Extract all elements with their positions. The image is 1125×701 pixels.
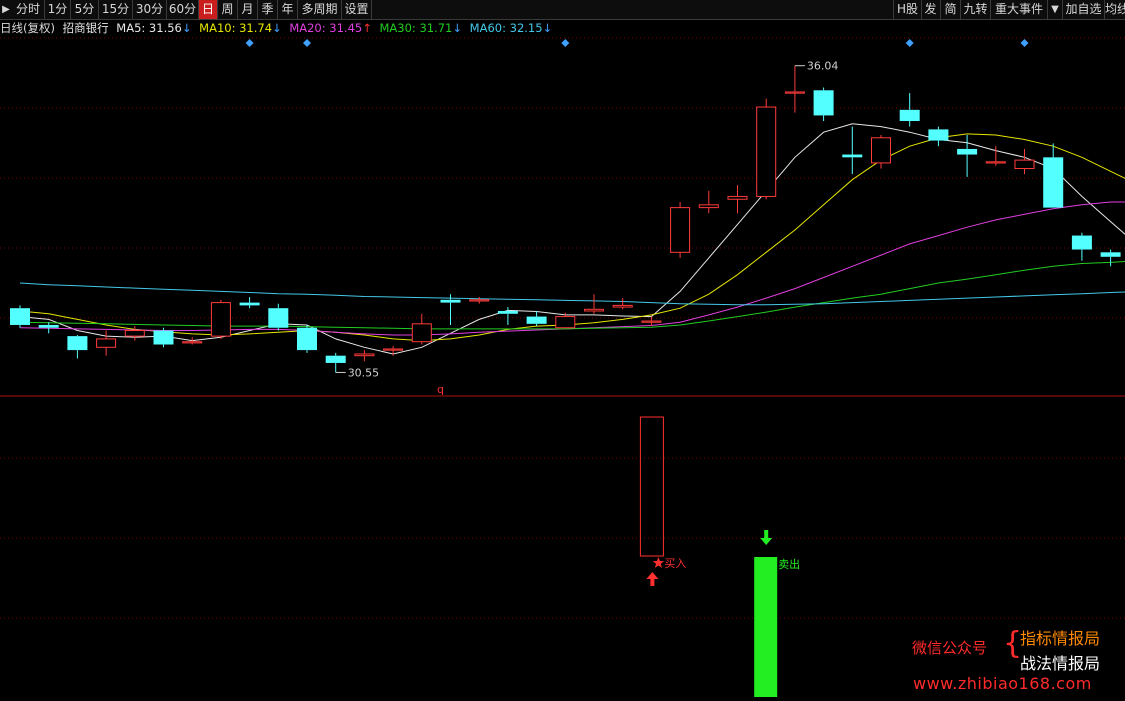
candle-body	[383, 348, 404, 351]
candle	[957, 134, 978, 177]
ma-line-ma60	[19, 282, 1125, 306]
candle	[239, 297, 260, 309]
kline-chart[interactable]: 36.04 30.55 q 买入 卖出	[0, 0, 1125, 701]
candle-body	[928, 129, 949, 141]
candle	[928, 126, 949, 147]
candle-body	[182, 341, 203, 344]
candle-body	[899, 109, 920, 122]
buy-label: 买入	[664, 557, 686, 570]
candle	[440, 294, 461, 325]
candle	[182, 337, 203, 345]
candle-body	[1071, 235, 1092, 250]
brand-secondary: 战法情报局	[1020, 654, 1101, 673]
candle-body	[1043, 157, 1064, 208]
candle-body	[813, 90, 834, 116]
candle-body	[1100, 252, 1121, 257]
min-price-label: 30.55	[348, 366, 380, 379]
candles	[10, 65, 1121, 373]
candle-body	[153, 330, 174, 345]
candle	[325, 352, 346, 373]
wechat-account-label: 微信公众号	[912, 639, 988, 657]
buy-signal-bar	[639, 416, 664, 557]
candle-body	[957, 148, 978, 155]
candle	[842, 126, 863, 175]
event-diamond-icon	[1020, 39, 1029, 47]
event-diamond-icon	[245, 39, 254, 47]
candle-body	[38, 324, 59, 328]
brand-primary: 指标情报局	[1020, 629, 1101, 648]
candle	[756, 98, 777, 200]
candle	[670, 202, 691, 258]
candle-body	[210, 302, 231, 337]
candle	[67, 335, 88, 359]
candle-body	[268, 308, 289, 328]
candle	[153, 327, 174, 348]
sell-arrow-icon	[760, 530, 773, 545]
candle-body	[756, 106, 777, 197]
candle-body	[584, 308, 604, 312]
candle-body	[67, 336, 88, 351]
indicator-label: q	[437, 383, 444, 396]
candle	[10, 305, 30, 328]
candle-body	[985, 161, 1006, 164]
candle-body	[727, 195, 748, 200]
event-markers	[245, 39, 1029, 47]
ma-line-ma10	[19, 133, 1125, 342]
indicator-grid	[0, 457, 1125, 619]
event-diamond-icon	[905, 39, 914, 47]
candle-body	[325, 355, 346, 363]
candle-body	[124, 330, 145, 337]
candle	[698, 190, 719, 214]
candle-body	[612, 304, 633, 308]
candle	[297, 324, 317, 353]
candle-body	[239, 302, 260, 306]
candle-body	[96, 338, 117, 348]
candle-body	[670, 207, 691, 253]
buy-arrow-icon	[646, 572, 659, 586]
candle-body	[469, 299, 490, 302]
candle	[354, 350, 375, 362]
candle	[1100, 249, 1121, 267]
candle	[1071, 232, 1092, 261]
candle	[268, 303, 289, 331]
candle-body	[411, 323, 432, 343]
candle	[727, 185, 748, 214]
candle-body	[641, 320, 662, 323]
candle	[871, 134, 891, 169]
candle	[584, 294, 604, 314]
candle-body	[440, 299, 461, 303]
candle	[497, 307, 518, 325]
candle	[899, 93, 920, 127]
candle-body	[10, 308, 30, 325]
candle-body	[526, 316, 547, 324]
candle	[1014, 148, 1035, 175]
candle-body	[1014, 159, 1035, 170]
sell-label: 卖出	[778, 557, 800, 571]
candle	[383, 346, 404, 356]
candle-body	[784, 91, 805, 94]
event-diamond-icon	[561, 39, 570, 47]
candle	[210, 299, 231, 339]
candle-body	[354, 353, 375, 357]
event-diamond-icon	[303, 39, 311, 47]
candle	[38, 322, 59, 334]
candle-body	[555, 316, 576, 329]
watermark-url[interactable]: www.zhibiao168.com	[913, 674, 1092, 693]
buy-star-icon	[652, 557, 665, 568]
candle	[469, 297, 490, 304]
signals: 买入 卖出	[639, 416, 800, 697]
candle-body	[497, 310, 518, 314]
max-price-label: 36.04	[807, 60, 839, 73]
sell-signal-bar	[754, 557, 778, 697]
candle-body	[297, 327, 317, 351]
candle-body	[871, 137, 891, 164]
price-grid	[0, 37, 1125, 319]
candle	[612, 298, 633, 310]
candle	[526, 310, 547, 327]
candle-body	[698, 204, 719, 209]
candle-body	[842, 154, 863, 158]
candle	[784, 65, 805, 113]
candle	[1043, 143, 1064, 208]
candle	[813, 87, 834, 122]
